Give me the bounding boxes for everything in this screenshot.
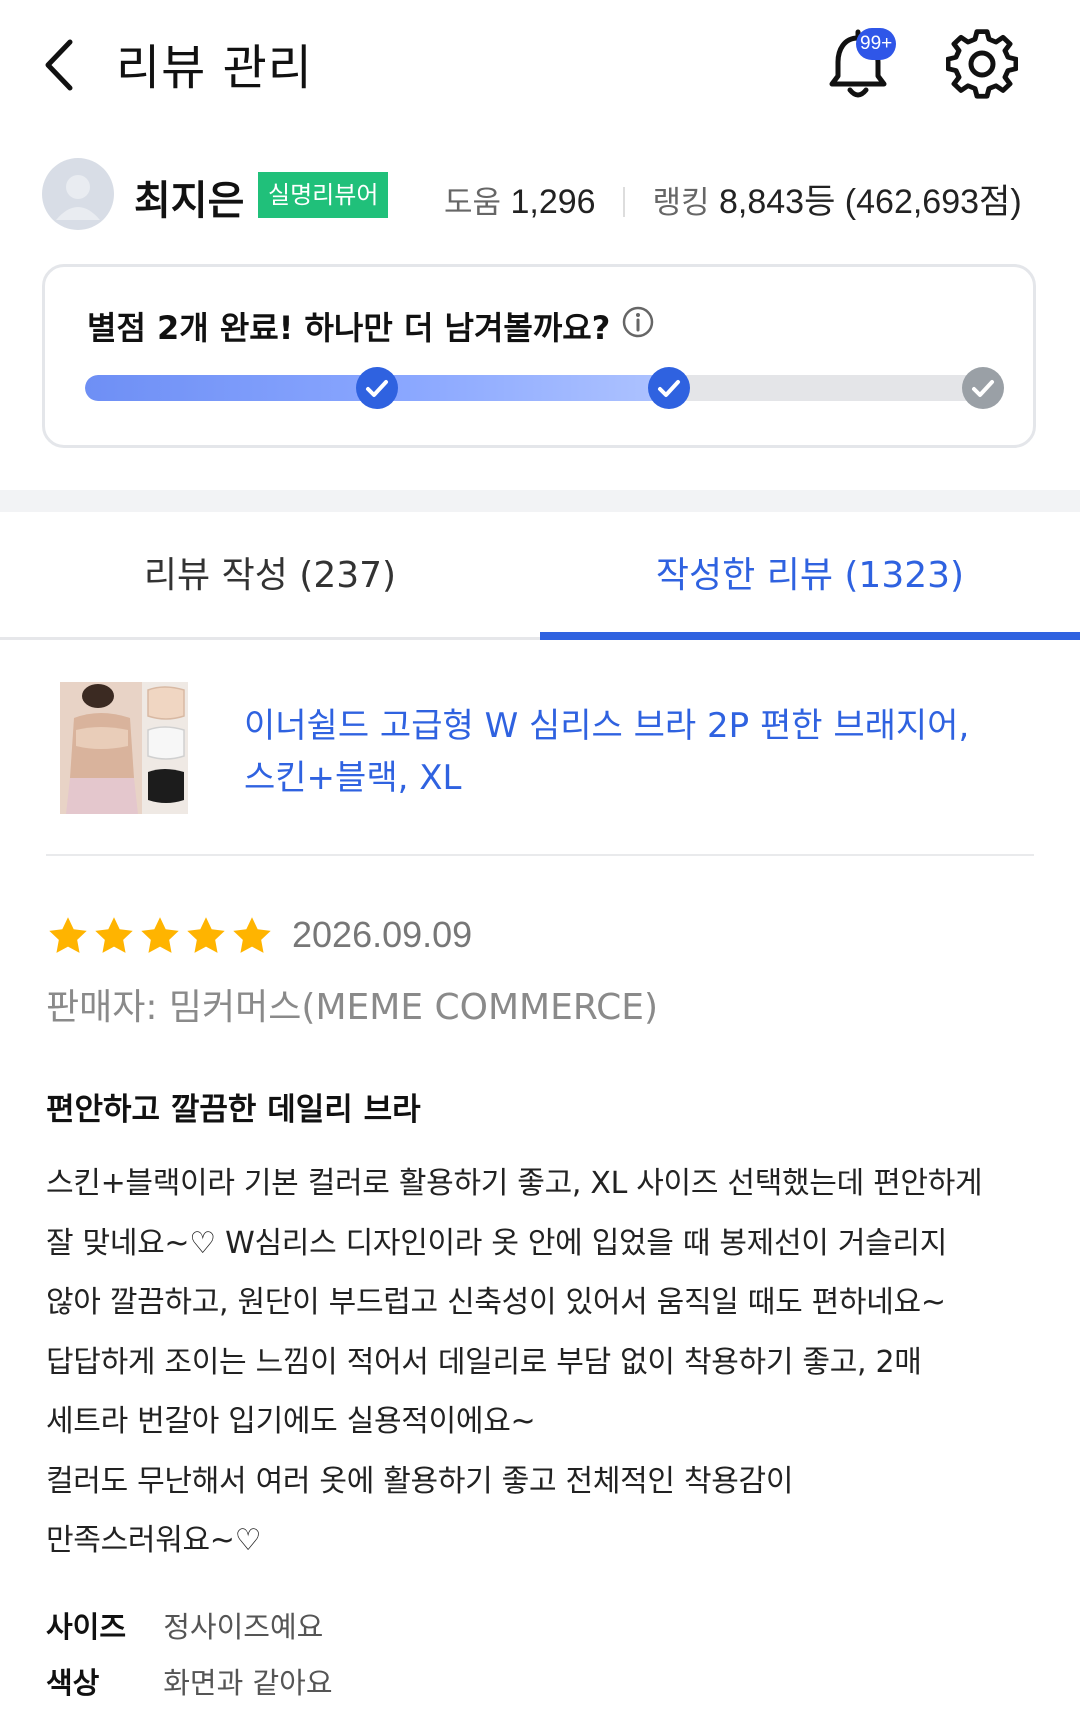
attribute-value: 화면과 같아요 xyxy=(163,1666,333,1700)
section-divider xyxy=(0,490,1080,512)
rank-value: 8,843등 (462,693점) xyxy=(719,183,1022,221)
help-count: 1,296 xyxy=(510,183,596,221)
notification-count-badge: 99+ xyxy=(856,28,897,60)
tab-write-review[interactable]: 리뷰 작성 (237) xyxy=(0,512,540,640)
attribute-color: 색상 화면과 같아요 xyxy=(46,1660,333,1702)
review-date: 2026.09.09 xyxy=(292,914,473,955)
progress-step-check-icon xyxy=(962,367,1005,409)
star-icon xyxy=(95,917,133,953)
tab-written-reviews[interactable]: 작성한 리뷰 (1323) xyxy=(540,512,1080,640)
app-header: 리뷰 관리 99+ xyxy=(0,0,1080,130)
review-body-line: 답답하게 조이는 느낌이 적어서 데일리로 부담 없이 착용하기 좋고, 2매 xyxy=(46,1344,922,1380)
star-icon xyxy=(187,917,225,953)
product-name-line2: 스킨+블랙, XL xyxy=(244,758,462,798)
back-arrow-icon[interactable] xyxy=(40,34,90,96)
star-icon xyxy=(141,917,179,953)
page-title: 리뷰 관리 xyxy=(116,40,313,96)
progress-step-check-icon xyxy=(647,367,690,409)
review-body: 스킨+블랙이라 기본 컬러로 활용하기 좋고, XL 사이즈 선택했는데 편안하… xyxy=(46,1154,1036,1571)
star-icon xyxy=(49,917,87,953)
review-body-line: 세트라 번갈아 입기에도 실용적이에요~ xyxy=(46,1404,536,1439)
verified-reviewer-badge: 실명리뷰어 xyxy=(258,172,389,218)
star-rating xyxy=(46,914,276,960)
user-name: 최지은 xyxy=(134,178,245,224)
product-name-line1: 이너쉴드 고급형 W 심리스 브라 2P 편한 브래지어, xyxy=(244,706,970,746)
review-tabs: 리뷰 작성 (237) 작성한 리뷰 (1323) xyxy=(0,512,1080,640)
attribute-value: 정사이즈예요 xyxy=(163,1610,324,1644)
review-progress-card: 별점 2개 완료! 하나만 더 남겨볼까요? xyxy=(42,264,1036,448)
rank-label: 랭킹 xyxy=(652,185,710,221)
star-icon xyxy=(233,917,271,953)
settings-gear-icon[interactable] xyxy=(945,28,1019,100)
active-tab-indicator xyxy=(540,632,1080,640)
attribute-label: 사이즈 xyxy=(46,1610,127,1644)
help-label: 도움 xyxy=(444,185,502,221)
stats-divider xyxy=(623,187,626,217)
review-body-line: 컬러도 무난해서 여러 옷에 활용하기 좋고 전체적인 착용감이 xyxy=(46,1463,794,1499)
review-title: 편안하고 깔끔한 데일리 브라 xyxy=(46,1092,421,1128)
attribute-size: 사이즈 정사이즈예요 xyxy=(46,1604,323,1646)
seller-name: 판매자: 밈커머스(MEME COMMERCE) xyxy=(46,987,659,1028)
divider xyxy=(46,854,1034,856)
review-body-line: 스킨+블랙이라 기본 컬러로 활용하기 좋고, XL 사이즈 선택했는데 편안하… xyxy=(46,1166,983,1201)
progress-message: 별점 2개 완료! 하나만 더 남겨볼까요? xyxy=(87,309,611,347)
info-icon[interactable] xyxy=(621,305,655,339)
progress-track xyxy=(85,375,997,401)
product-name-link[interactable]: 이너쉴드 고급형 W 심리스 브라 2P 편한 브래지어, 스킨+블랙, XL xyxy=(244,700,1004,804)
user-stats: 도움 1,296 랭킹 8,843등 (462,693점) xyxy=(444,174,1022,223)
review-body-line: 만족스러워요~♡ xyxy=(46,1523,262,1558)
progress-step-check-icon xyxy=(355,367,398,409)
product-image[interactable] xyxy=(60,682,188,814)
review-body-line: 않아 깔끔하고, 원단이 부드럽고 신축성이 있어서 움직일 때도 편하네요~ xyxy=(46,1285,946,1320)
review-body-line: 잘 맞네요~♡ W심리스 디자인이라 옷 안에 입었을 때 봉제선이 거슬리지 xyxy=(46,1225,948,1261)
attribute-label: 색상 xyxy=(46,1666,100,1700)
avatar[interactable] xyxy=(42,158,114,230)
